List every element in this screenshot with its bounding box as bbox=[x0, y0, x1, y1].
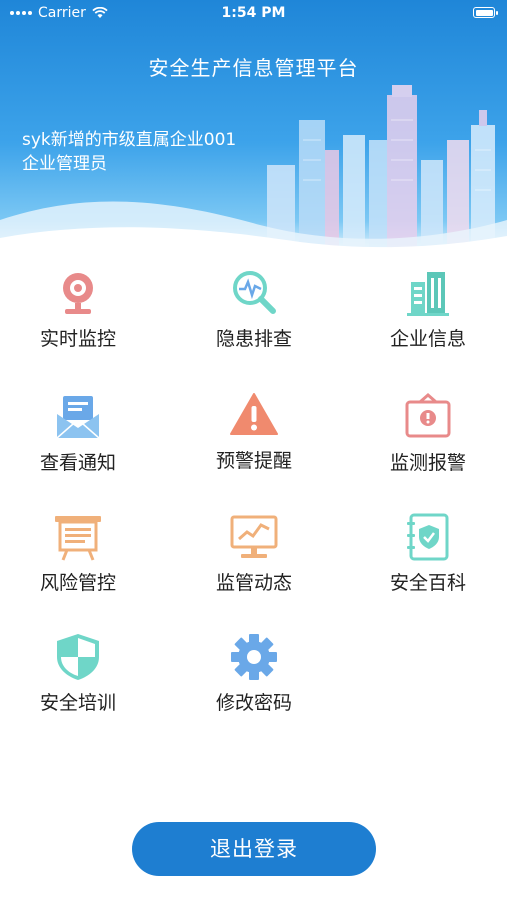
menu-item-label: 监管动态 bbox=[215, 572, 292, 594]
menu-item-safety-encyclopedia[interactable]: 安全百科 bbox=[358, 506, 498, 616]
user-role: 企业管理员 bbox=[22, 154, 107, 174]
page-title: 安全生产信息管理平台 bbox=[148, 56, 359, 80]
company-name: syk新增的市级直属企业001 bbox=[22, 130, 237, 150]
menu-item-monitor-alarm[interactable]: 监测报警 bbox=[358, 386, 498, 496]
company-info: syk新增的市级直属企业001 企业管理员 bbox=[22, 128, 236, 176]
menu-item-label: 隐患排查 bbox=[215, 328, 292, 350]
menu-item-label: 修改密码 bbox=[215, 692, 292, 714]
building-icon bbox=[407, 272, 449, 316]
easel-board-icon bbox=[55, 516, 101, 561]
menu-item-early-warning[interactable]: 预警提醒 bbox=[184, 384, 324, 494]
menu-item-label: 企业信息 bbox=[389, 328, 466, 350]
monitor-chart-icon bbox=[230, 515, 278, 558]
battery-icon bbox=[473, 7, 498, 18]
magnifier-pulse-icon bbox=[233, 271, 276, 314]
alarm-board-icon bbox=[405, 393, 451, 438]
menu-item-view-notices[interactable]: 查看通知 bbox=[8, 386, 148, 496]
menu-item-label: 安全百科 bbox=[389, 572, 466, 594]
header-wave bbox=[0, 201, 507, 260]
menu-item-safety-training[interactable]: 安全培训 bbox=[8, 626, 148, 736]
envelope-icon bbox=[56, 396, 100, 439]
menu-item-label: 风险管控 bbox=[39, 572, 116, 594]
clock: 1:54 PM bbox=[221, 5, 286, 21]
menu-item-supervision-news[interactable]: 监管动态 bbox=[184, 506, 324, 616]
menu-item-label: 查看通知 bbox=[39, 452, 116, 474]
menu-item-risk-control[interactable]: 风险管控 bbox=[8, 506, 148, 616]
menu-item-label: 监测报警 bbox=[389, 452, 466, 474]
gear-icon bbox=[231, 634, 277, 680]
menu-item-realtime-monitor[interactable]: 实时监控 bbox=[8, 262, 148, 372]
menu-item-enterprise-info[interactable]: 企业信息 bbox=[358, 262, 498, 372]
warning-triangle-icon bbox=[230, 393, 278, 435]
shield-notebook-icon bbox=[407, 513, 449, 561]
menu-item-label: 预警提醒 bbox=[215, 450, 292, 472]
menu-item-hazard-inspection[interactable]: 隐患排查 bbox=[184, 262, 324, 372]
menu-item-label: 实时监控 bbox=[39, 328, 116, 350]
menu-item-change-password[interactable]: 修改密码 bbox=[184, 626, 324, 736]
menu-item-label: 安全培训 bbox=[39, 692, 116, 714]
header-banner: Carrier 1:54 PM 安全生产信息管理平台 syk新增的市级直属企业0… bbox=[0, 0, 507, 260]
webcam-icon bbox=[63, 273, 93, 314]
logout-button[interactable]: 退出登录 bbox=[132, 822, 376, 876]
status-bar: Carrier 1:54 PM bbox=[0, 0, 507, 28]
shield-icon bbox=[57, 634, 99, 680]
